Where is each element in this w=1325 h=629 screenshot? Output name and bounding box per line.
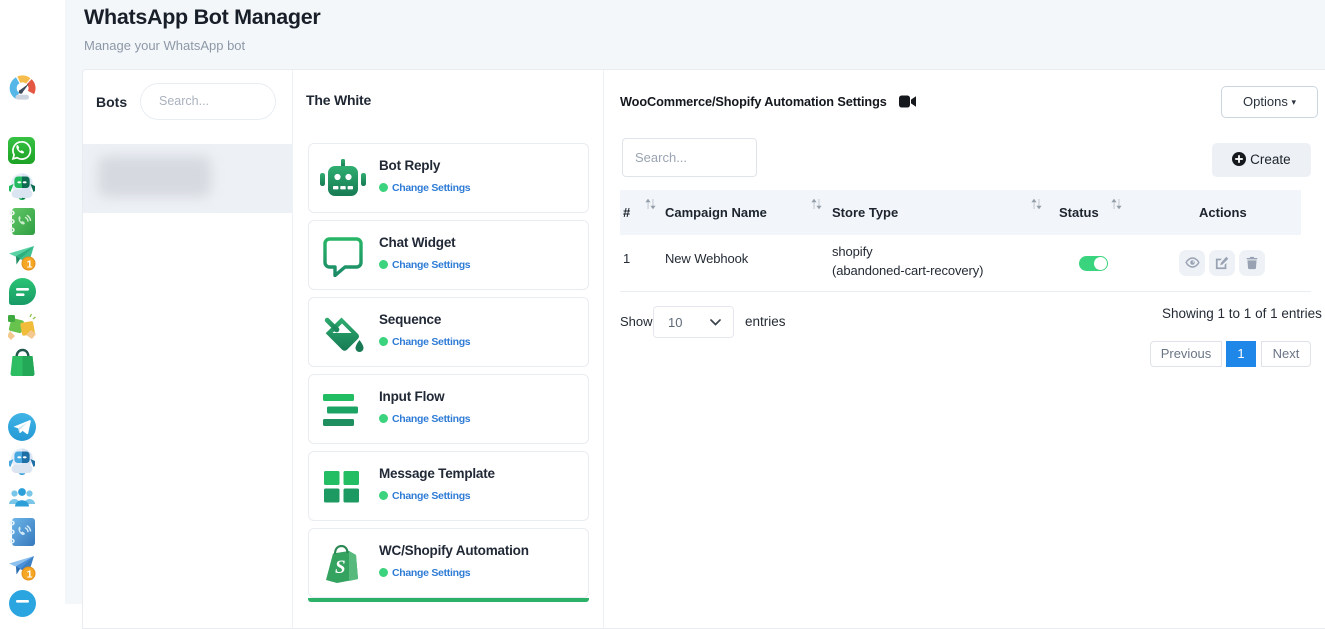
svg-text:1: 1	[27, 568, 33, 580]
svg-text:1: 1	[27, 258, 33, 270]
svg-text:S: S	[335, 557, 346, 578]
